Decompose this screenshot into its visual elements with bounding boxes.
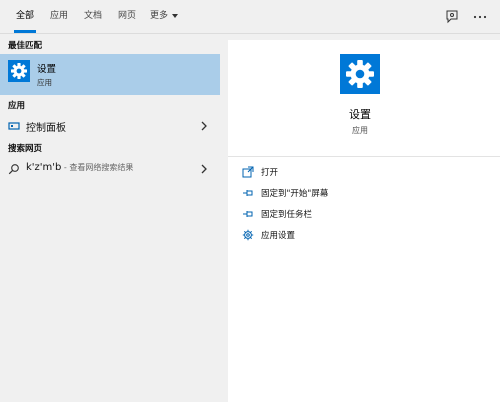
web-search-label: k'z'm'b - 查看网络搜索结果	[26, 162, 133, 173]
tab-web-label: 网页	[117, 11, 136, 21]
best-match-subtitle: 应用	[37, 78, 52, 87]
tab-all-label: 全部	[15, 11, 34, 21]
gear-icon	[242, 229, 254, 241]
action-open-label: 打开	[261, 168, 279, 178]
web-search-header: 搜索网页	[8, 144, 43, 154]
search-icon	[8, 164, 19, 175]
search-scope-bar: 全部 应用 文档 网页 更多	[0, 0, 500, 34]
preview-title: 设置	[349, 108, 371, 121]
action-app-settings-label: 应用设置	[261, 231, 296, 241]
preview-kind: 应用	[352, 126, 368, 135]
action-pin-taskbar-label: 固定到任务栏	[261, 210, 313, 220]
action-pin-taskbar[interactable]: 固定到任务栏	[242, 206, 482, 222]
preview-header: 设置 应用	[228, 40, 500, 157]
best-match-title: 设置	[37, 64, 57, 75]
tab-all[interactable]: 全部	[8, 0, 42, 33]
action-pin-start-label: 固定到"开始"屏幕	[261, 189, 329, 199]
web-search-query: k'z'm'b	[26, 162, 62, 173]
settings-tile	[8, 60, 30, 82]
action-pin-start[interactable]: 固定到"开始"屏幕	[242, 185, 482, 201]
action-open[interactable]: 打开	[242, 164, 482, 180]
best-match-item[interactable]: 设置 应用	[0, 54, 220, 95]
result-web-search[interactable]: k'z'm'b - 查看网络搜索结果	[0, 157, 220, 181]
chevron-right-icon[interactable]	[200, 163, 208, 175]
tab-more[interactable]: 更多	[144, 0, 184, 33]
tab-documents-label: 文档	[83, 11, 102, 21]
results-pane: 最佳匹配 设置 应用 应用 控制面板 搜索网页 k'z'm'b - 查看网络搜索…	[0, 34, 220, 402]
pin-icon	[243, 211, 253, 217]
gear-icon	[11, 63, 27, 79]
open-icon	[242, 166, 254, 178]
settings-large-tile	[340, 54, 380, 94]
tab-web[interactable]: 网页	[110, 0, 144, 33]
chevron-down-icon	[172, 13, 178, 18]
control-panel-icon	[8, 122, 20, 130]
result-control-panel[interactable]: 控制面板	[0, 114, 220, 138]
web-search-suffix: - 查看网络搜索结果	[61, 163, 134, 172]
best-match-header: 最佳匹配	[8, 41, 43, 51]
tab-apps-label: 应用	[49, 11, 68, 21]
chevron-right-icon[interactable]	[200, 120, 208, 132]
pin-icon	[243, 190, 253, 196]
preview-pane: 设置 应用 打开 固定到"开始"屏幕 固定到任务栏 应用设置	[228, 40, 500, 402]
search-window: 全部 应用 文档 网页 更多 最佳匹配 设置 应用 应用 控制面板 搜索网页 k…	[0, 0, 500, 402]
gear-icon	[346, 60, 374, 88]
apps-header: 应用	[8, 101, 26, 111]
feedback-icon[interactable]	[444, 9, 460, 25]
control-panel-label: 控制面板	[26, 123, 66, 134]
action-app-settings[interactable]: 应用设置	[242, 227, 482, 243]
tab-documents[interactable]: 文档	[76, 0, 110, 33]
more-options-icon[interactable]	[472, 9, 488, 25]
tab-more-label: 更多	[149, 11, 168, 21]
tab-apps[interactable]: 应用	[42, 0, 76, 33]
